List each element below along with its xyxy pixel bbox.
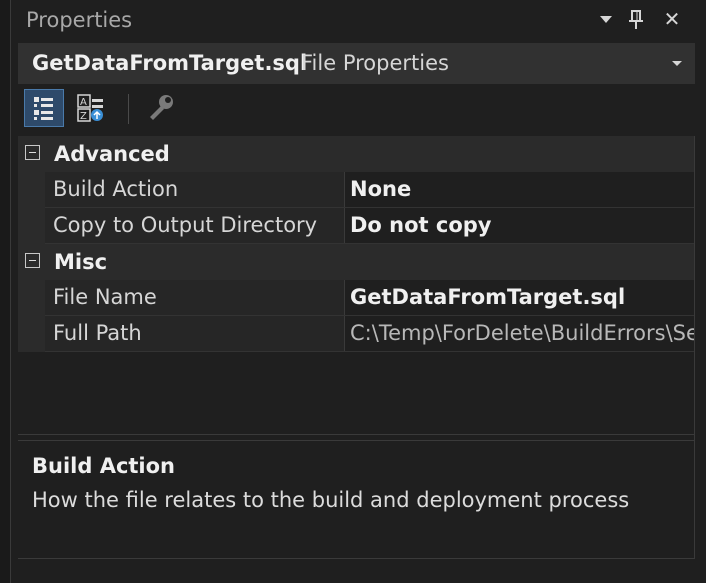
panel-bottom-border <box>18 558 695 559</box>
property-value[interactable]: GetDataFromTarget.sql <box>345 280 695 315</box>
row-gutter <box>18 208 45 244</box>
alphabetical-button[interactable]: A Z <box>70 89 110 127</box>
collapse-icon[interactable] <box>25 253 40 268</box>
wrench-icon <box>150 95 173 120</box>
collapse-icon[interactable] <box>25 145 40 160</box>
description-text: How the file relates to the build and de… <box>32 488 630 512</box>
properties-window: Properties ✕ GetDataFromTarget.sql File … <box>18 0 695 558</box>
close-icon: ✕ <box>663 7 681 31</box>
property-name: Copy to Output Directory <box>45 208 345 243</box>
categorized-view-icon <box>34 97 53 120</box>
category-advanced[interactable]: Advanced <box>18 136 695 172</box>
left-dock-edge <box>0 0 11 583</box>
category-label: Misc <box>54 250 108 274</box>
description-pane: Build Action How the file relates to the… <box>18 440 695 559</box>
close-button[interactable]: ✕ <box>658 4 686 34</box>
alphabetical-sort-icon: A Z <box>77 94 103 122</box>
svg-text:A: A <box>80 97 87 108</box>
object-selector[interactable]: GetDataFromTarget.sql File Properties <box>18 43 695 84</box>
category-label: Advanced <box>54 142 170 166</box>
property-value[interactable]: Do not copy <box>345 208 695 243</box>
selected-object-type: File Properties <box>301 51 449 75</box>
property-name: Build Action <box>45 172 345 207</box>
caret-down-icon <box>600 16 612 23</box>
svg-text:Z: Z <box>80 111 87 122</box>
property-row-full-path[interactable]: Full Path C:\Temp\ForDelete\BuildErrors\… <box>18 316 695 352</box>
property-value[interactable]: C:\Temp\ForDelete\BuildErrors\Se <box>345 316 695 351</box>
row-gutter <box>18 172 45 208</box>
chevron-down-icon <box>672 61 682 66</box>
property-name: Full Path <box>45 316 345 351</box>
description-title: Build Action <box>32 454 176 478</box>
title-bar: Properties ✕ <box>18 0 695 40</box>
window-title: Properties <box>26 8 133 32</box>
pin-icon <box>629 10 643 29</box>
property-name: File Name <box>45 280 345 315</box>
property-row-copy-to-output[interactable]: Copy to Output Directory Do not copy <box>18 208 695 244</box>
row-gutter <box>18 316 45 352</box>
property-pages-button[interactable] <box>140 89 180 127</box>
toolbar-separator <box>128 94 129 124</box>
property-row-build-action[interactable]: Build Action None <box>18 172 695 208</box>
property-grid: Advanced Build Action None Copy to Outpu… <box>18 136 695 435</box>
auto-hide-button[interactable] <box>624 4 648 34</box>
panel-right-border <box>694 136 695 558</box>
category-misc[interactable]: Misc <box>18 244 695 280</box>
properties-toolbar: A Z <box>18 86 695 132</box>
property-row-file-name[interactable]: File Name GetDataFromTarget.sql <box>18 280 695 316</box>
property-value[interactable]: None <box>345 172 695 207</box>
row-gutter <box>18 280 45 316</box>
categorized-button[interactable] <box>24 89 64 127</box>
window-position-button[interactable] <box>595 4 617 34</box>
selected-object-name: GetDataFromTarget.sql <box>32 51 308 75</box>
